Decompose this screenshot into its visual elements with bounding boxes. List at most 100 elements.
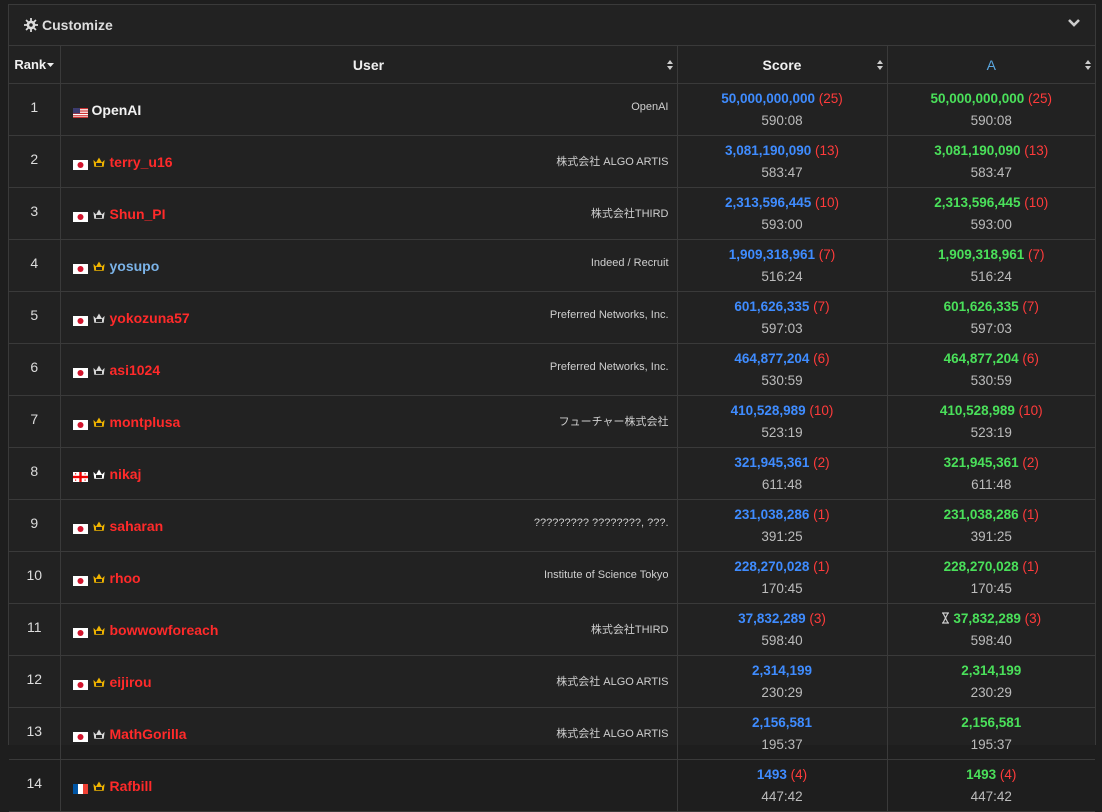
- penalty-count: (1): [1022, 506, 1039, 522]
- table-row: 14 Rafbill 1493 (4) 447:42 1493 (4) 447:42: [9, 759, 1095, 812]
- total-score: 1493: [756, 766, 787, 782]
- gold-crown-icon: [92, 519, 106, 533]
- task-a-time: 590:08: [970, 112, 1012, 128]
- total-time: 516:24: [761, 268, 803, 284]
- user-link[interactable]: Shun_PI: [110, 206, 166, 222]
- silver-crown-icon: [92, 207, 106, 221]
- penalty-count: (4): [790, 766, 808, 782]
- rank-column-header[interactable]: Rank: [9, 46, 61, 84]
- task-a-score: 3,081,190,090: [934, 142, 1021, 158]
- task-a-time: 593:00: [970, 216, 1012, 232]
- table-row: 8 nikaj 321,945,361 (2) 611:48 321,945,361 (…: [9, 447, 1095, 500]
- user-link[interactable]: asi1024: [110, 362, 161, 378]
- task-a-time: 597:03: [970, 320, 1012, 336]
- table-row: 4 yosupo Indeed / Recruit 1,909,318,961 (7)…: [9, 239, 1095, 292]
- penalty-count: (10): [809, 402, 834, 418]
- user-column-header[interactable]: User: [60, 46, 678, 84]
- rank-cell: 4: [9, 239, 61, 292]
- total-score-cell: 2,314,199 230:29: [677, 655, 888, 708]
- task-a-score-cell[interactable]: 231,038,286 (1) 391:25: [887, 499, 1095, 552]
- affiliation: 株式会社THIRD: [590, 208, 669, 220]
- task-a-score: 50,000,000,000: [930, 90, 1025, 106]
- chevron-down-icon[interactable]: [1067, 18, 1081, 28]
- task-a-score-cell[interactable]: 1,909,318,961 (7) 516:24: [887, 239, 1095, 292]
- table-row: 12 eijirou 株式会社 ALGO ARTIS 2,314,199 230:29 2…: [9, 655, 1095, 708]
- affiliation: フューチャー株式会社: [558, 416, 669, 428]
- task-a-score: 2,314,199: [961, 662, 1022, 678]
- task-a-score-cell[interactable]: 37,832,289 (3) 598:40: [887, 603, 1095, 656]
- task-a-score-cell[interactable]: 50,000,000,000 (25) 590:08: [887, 83, 1095, 136]
- user-link[interactable]: montplusa: [110, 414, 181, 430]
- penalty-count: (7): [1028, 246, 1045, 262]
- total-time: 523:19: [761, 424, 803, 440]
- hourglass-icon: [942, 611, 950, 624]
- user-link[interactable]: yokozuna57: [110, 310, 190, 326]
- task-a-score-cell[interactable]: 2,156,581 195:37: [887, 707, 1095, 760]
- task-a-score-cell[interactable]: 228,270,028 (1) 170:45: [887, 551, 1095, 604]
- task-a-time: 523:19: [970, 424, 1012, 440]
- task-a-score-cell[interactable]: 321,945,361 (2) 611:48: [887, 447, 1095, 500]
- white-crown-icon: [92, 467, 106, 481]
- jp-flag: [72, 625, 88, 638]
- affiliation: Preferred Networks, Inc.: [549, 309, 669, 321]
- table-row: 10 rhoo Institute of Science Tokyo 228,270,…: [9, 551, 1095, 604]
- sort-icon: [1085, 60, 1091, 70]
- jp-flag: [72, 573, 88, 586]
- total-score: 410,528,989: [730, 402, 806, 418]
- score-header-label: Score: [762, 56, 802, 73]
- total-score-cell: 2,156,581 195:37: [677, 707, 888, 760]
- total-score-cell: 50,000,000,000 (25) 590:08: [677, 83, 888, 136]
- score-column-header[interactable]: Score: [677, 46, 888, 84]
- penalty-count: (10): [1024, 194, 1049, 210]
- jp-flag: [72, 729, 88, 742]
- user-cell: Shun_PI 株式会社THIRD: [60, 187, 678, 240]
- penalty-count: (7): [1022, 298, 1039, 314]
- table-row: 9 saharan ????????? ????????, ???. 231,038,…: [9, 499, 1095, 552]
- silver-crown-icon: [92, 727, 106, 741]
- total-time: 530:59: [761, 372, 803, 388]
- user-link[interactable]: MathGorilla: [110, 726, 187, 742]
- task-a-score-cell[interactable]: 2,314,199 230:29: [887, 655, 1095, 708]
- penalty-count: (1): [813, 506, 830, 522]
- affiliation: 株式会社 ALGO ARTIS: [556, 676, 669, 688]
- task-a-score: 37,832,289: [953, 610, 1021, 626]
- task-a-time: 530:59: [970, 372, 1012, 388]
- affiliation: OpenAI: [631, 101, 669, 113]
- task-a-score-cell[interactable]: 410,528,989 (10) 523:19: [887, 395, 1095, 448]
- task-a-score: 1,909,318,961: [937, 246, 1025, 262]
- user-link[interactable]: yosupo: [110, 258, 160, 274]
- user-link[interactable]: nikaj: [110, 466, 142, 482]
- user-cell: saharan ????????? ????????, ???.: [60, 499, 678, 552]
- task-a-score-cell[interactable]: 3,081,190,090 (13) 583:47: [887, 135, 1095, 188]
- total-score: 228,270,028: [734, 558, 810, 574]
- task-a-column-header[interactable]: A: [887, 46, 1095, 84]
- task-a-header-label[interactable]: A: [987, 57, 996, 73]
- task-a-score: 228,270,028: [943, 558, 1019, 574]
- user-link[interactable]: bowwowforeach: [110, 622, 219, 638]
- user-link[interactable]: eijirou: [110, 674, 152, 690]
- table-row: 7 montplusa フューチャー株式会社 410,528,989 (10) 523:…: [9, 395, 1095, 448]
- customize-label: Customize: [42, 17, 113, 33]
- task-a-time: 391:25: [970, 528, 1012, 544]
- task-a-score-cell[interactable]: 601,626,335 (7) 597:03: [887, 291, 1095, 344]
- user-link[interactable]: saharan: [110, 518, 164, 534]
- task-a-score-cell[interactable]: 2,313,596,445 (10) 593:00: [887, 187, 1095, 240]
- table-row: 13 MathGorilla 株式会社 ALGO ARTIS 2,156,581 195…: [9, 707, 1095, 760]
- task-a-score: 464,877,204: [943, 350, 1019, 366]
- standings-table: Rank User Score A 1 OpenAI OpenAI 50,000,00…: [9, 46, 1095, 812]
- user-link[interactable]: rhoo: [110, 570, 141, 586]
- customize-bar[interactable]: Customize: [9, 5, 1095, 46]
- penalty-count: (25): [818, 90, 843, 106]
- user-link[interactable]: terry_u16: [110, 154, 173, 170]
- total-score: 37,832,289: [738, 610, 806, 626]
- total-score: 464,877,204: [734, 350, 810, 366]
- user-link[interactable]: OpenAI: [92, 102, 142, 118]
- task-a-score: 410,528,989: [939, 402, 1015, 418]
- total-score-cell: 228,270,028 (1) 170:45: [677, 551, 888, 604]
- rank-cell: 11: [9, 603, 61, 656]
- task-a-score-cell[interactable]: 1493 (4) 447:42: [887, 759, 1095, 812]
- task-a-score: 231,038,286: [943, 506, 1019, 522]
- task-a-score-cell[interactable]: 464,877,204 (6) 530:59: [887, 343, 1095, 396]
- total-score: 3,081,190,090: [724, 142, 812, 158]
- user-link[interactable]: Rafbill: [110, 778, 153, 794]
